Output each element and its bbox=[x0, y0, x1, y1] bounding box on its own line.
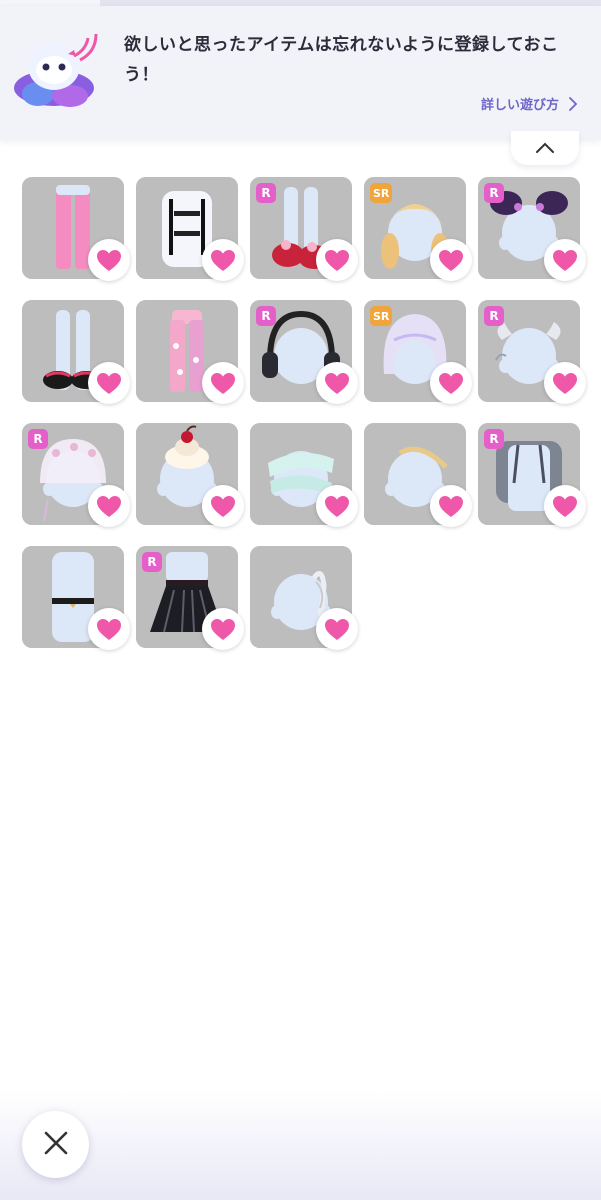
heart-icon bbox=[438, 249, 464, 272]
favorite-button[interactable] bbox=[88, 239, 130, 281]
chevron-up-icon bbox=[535, 139, 555, 158]
heart-icon bbox=[438, 495, 464, 518]
heart-icon bbox=[324, 618, 350, 641]
heart-icon bbox=[96, 495, 122, 518]
heart-icon bbox=[96, 618, 122, 641]
heart-icon bbox=[210, 249, 236, 272]
bottom-bar bbox=[0, 1090, 601, 1200]
item-card[interactable] bbox=[136, 300, 244, 404]
item-card[interactable] bbox=[22, 300, 130, 404]
heart-icon bbox=[96, 249, 122, 272]
heart-icon bbox=[324, 372, 350, 395]
mascot-icon bbox=[14, 33, 98, 107]
item-card[interactable] bbox=[136, 423, 244, 527]
item-card[interactable] bbox=[250, 546, 358, 650]
favorite-button[interactable] bbox=[316, 362, 358, 404]
banner-message: 欲しいと思ったアイテムは忘れないように登録しておこう！ bbox=[124, 35, 559, 85]
heart-icon bbox=[324, 495, 350, 518]
rarity-badge: R bbox=[484, 183, 504, 203]
item-card[interactable]: R bbox=[478, 177, 586, 281]
favorite-button[interactable] bbox=[88, 485, 130, 527]
heart-icon bbox=[552, 495, 578, 518]
heart-icon bbox=[210, 495, 236, 518]
favorite-button[interactable] bbox=[430, 362, 472, 404]
close-icon bbox=[42, 1129, 70, 1161]
heart-icon bbox=[324, 249, 350, 272]
favorite-button[interactable] bbox=[316, 485, 358, 527]
heart-icon bbox=[210, 372, 236, 395]
favorite-button[interactable] bbox=[202, 362, 244, 404]
heart-icon bbox=[552, 372, 578, 395]
close-button[interactable] bbox=[22, 1111, 89, 1178]
heart-icon bbox=[210, 618, 236, 641]
favorite-button[interactable] bbox=[202, 485, 244, 527]
favorite-button[interactable] bbox=[544, 485, 586, 527]
favorite-button[interactable] bbox=[430, 485, 472, 527]
item-card[interactable]: R bbox=[250, 300, 358, 404]
item-card[interactable]: R bbox=[22, 423, 130, 527]
heart-icon bbox=[96, 372, 122, 395]
collapse-button[interactable] bbox=[511, 131, 579, 165]
item-grid: R SR R R SR R R R R bbox=[22, 177, 586, 650]
howto-label: 詳しい遊び方 bbox=[480, 98, 559, 113]
rarity-badge: R bbox=[484, 429, 504, 449]
favorite-button[interactable] bbox=[88, 608, 130, 650]
item-card[interactable] bbox=[22, 177, 130, 281]
rarity-badge: R bbox=[256, 183, 276, 203]
item-card[interactable]: R bbox=[250, 177, 358, 281]
item-card[interactable]: SR bbox=[364, 300, 472, 404]
rarity-badge: SR bbox=[370, 306, 393, 326]
heart-icon bbox=[438, 372, 464, 395]
favorite-button[interactable] bbox=[316, 239, 358, 281]
heart-icon bbox=[552, 249, 578, 272]
item-card[interactable] bbox=[136, 177, 244, 281]
item-card[interactable] bbox=[364, 423, 472, 527]
rarity-badge: R bbox=[28, 429, 48, 449]
favorite-button[interactable] bbox=[544, 362, 586, 404]
favorite-button[interactable] bbox=[316, 608, 358, 650]
info-banner: 欲しいと思ったアイテムは忘れないように登録しておこう！ 詳しい遊び方 bbox=[0, 6, 601, 140]
item-card[interactable] bbox=[22, 546, 130, 650]
item-card[interactable]: SR bbox=[364, 177, 472, 281]
howto-link[interactable]: 詳しい遊び方 bbox=[480, 94, 578, 115]
favorite-button[interactable] bbox=[88, 362, 130, 404]
item-card[interactable]: R bbox=[478, 300, 586, 404]
chevron-right-icon bbox=[569, 97, 578, 115]
favorite-button[interactable] bbox=[202, 608, 244, 650]
item-card[interactable] bbox=[250, 423, 358, 527]
favorite-button[interactable] bbox=[430, 239, 472, 281]
rarity-badge: R bbox=[484, 306, 504, 326]
favorite-button[interactable] bbox=[544, 239, 586, 281]
rarity-badge: SR bbox=[370, 183, 393, 203]
item-card[interactable]: R bbox=[136, 546, 244, 650]
favorite-button[interactable] bbox=[202, 239, 244, 281]
item-card[interactable]: R bbox=[478, 423, 586, 527]
rarity-badge: R bbox=[142, 552, 162, 572]
rarity-badge: R bbox=[256, 306, 276, 326]
